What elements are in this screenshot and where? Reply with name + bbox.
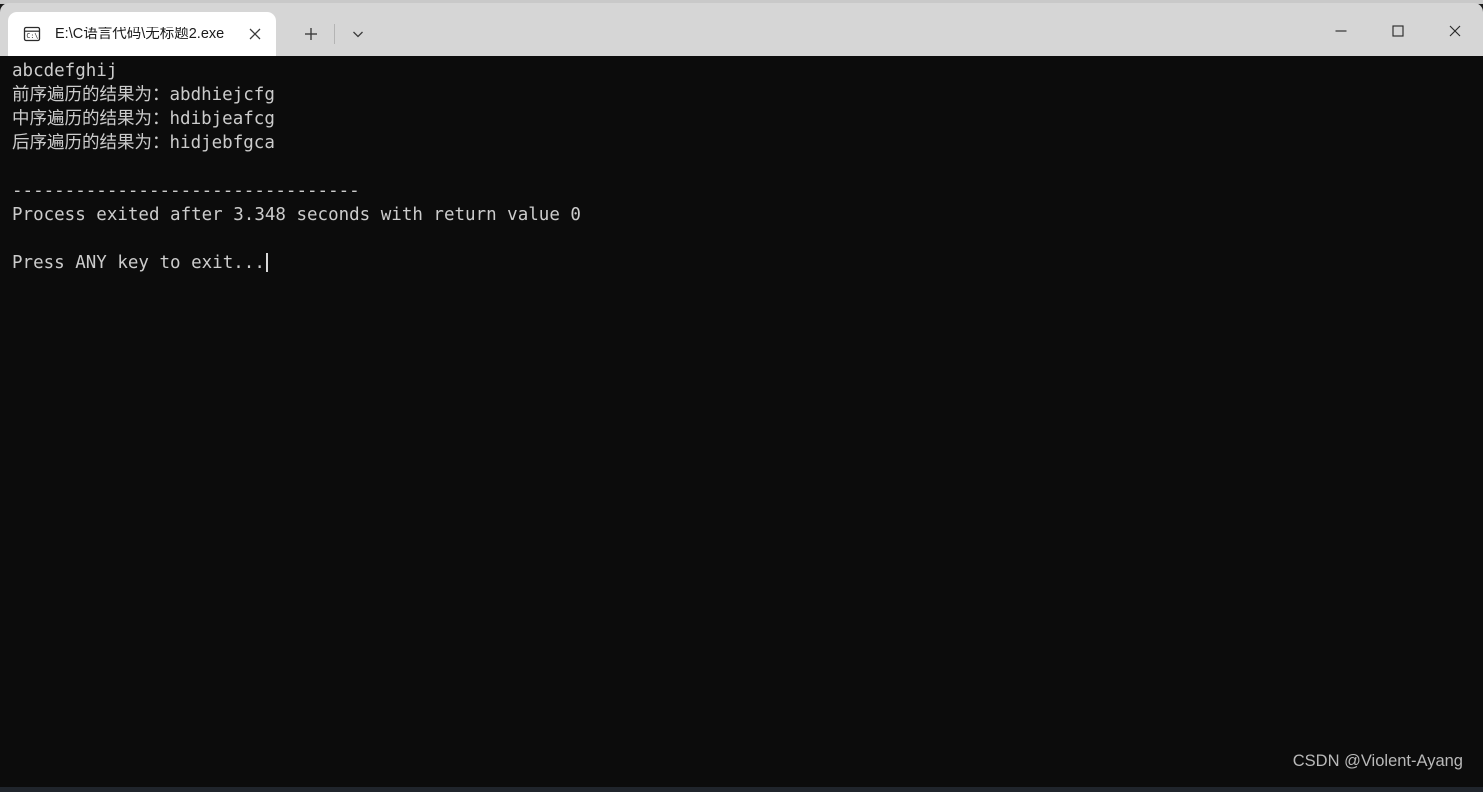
- tab-dropdown-button[interactable]: [341, 17, 375, 51]
- background-sliver-bottom: [0, 787, 1483, 792]
- console-line-blank: [12, 227, 581, 251]
- maximize-window-button[interactable]: [1369, 6, 1426, 56]
- new-tab-button[interactable]: [294, 17, 328, 51]
- console-text: abcdefghij 前序遍历的结果为：abdhiejcfg 中序遍历的结果为：hd…: [12, 59, 581, 275]
- console-cmd-icon: C:\: [22, 24, 42, 44]
- text-cursor: [265, 253, 268, 272]
- title-bar[interactable]: C:\ E:\C语言代码\无标题2.exe: [0, 3, 1483, 56]
- console-line: 后序遍历的结果为：hidjebfgca: [12, 133, 275, 153]
- tab-close-button[interactable]: [240, 19, 270, 49]
- console-prompt-text: Press ANY key to exit...: [12, 253, 265, 273]
- caption-buttons: [1312, 6, 1483, 56]
- minimize-window-button[interactable]: [1312, 6, 1369, 56]
- console-line-prompt: Press ANY key to exit...: [12, 251, 581, 275]
- console-output-area[interactable]: abcdefghij 前序遍历的结果为：abdhiejcfg 中序遍历的结果为：hd…: [0, 56, 1483, 787]
- tab-title: E:\C语言代码\无标题2.exe: [55, 26, 225, 42]
- console-separator-line: ---------------------------------: [12, 181, 360, 201]
- close-window-button[interactable]: [1426, 6, 1483, 56]
- watermark-text: CSDN @Violent-Ayang: [1292, 752, 1463, 770]
- svg-text:C:\: C:\: [26, 32, 38, 40]
- tab-strip-separator: [334, 24, 335, 44]
- console-line: abcdefghij: [12, 61, 118, 81]
- console-line: 中序遍历的结果为：hdibjeafcg: [12, 109, 275, 129]
- console-window: C:\ E:\C语言代码\无标题2.exe abcdefghij 前序遍历的结果…: [0, 0, 1483, 792]
- console-line-blank: [12, 155, 581, 179]
- tab-strip: C:\ E:\C语言代码\无标题2.exe: [8, 12, 375, 56]
- console-line-exit-status: Process exited after 3.348 seconds with …: [12, 205, 581, 225]
- tab-console-session[interactable]: C:\ E:\C语言代码\无标题2.exe: [8, 12, 276, 56]
- console-line: 前序遍历的结果为：abdhiejcfg: [12, 85, 275, 105]
